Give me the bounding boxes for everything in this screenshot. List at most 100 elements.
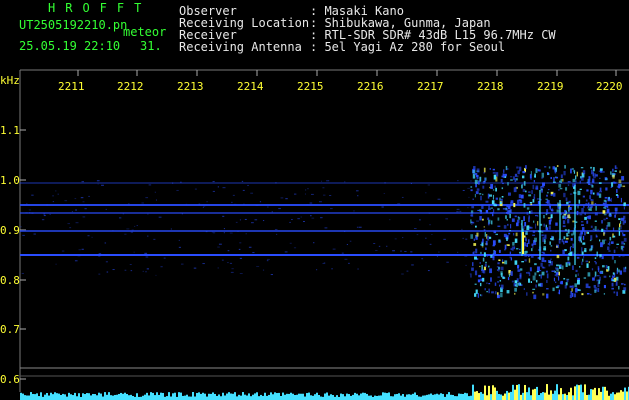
noise-pixel bbox=[275, 182, 277, 184]
power-bar bbox=[514, 389, 516, 400]
meteor-echo bbox=[571, 233, 574, 236]
power-bar bbox=[30, 392, 32, 400]
power-bar bbox=[592, 389, 594, 400]
meteor-echo bbox=[479, 265, 481, 268]
power-bar bbox=[406, 394, 408, 400]
noise-pixel bbox=[112, 230, 114, 232]
meteor-echo bbox=[595, 261, 597, 265]
meteor-echo bbox=[583, 255, 585, 259]
power-bar bbox=[262, 395, 264, 400]
noise-pixel bbox=[293, 193, 297, 195]
meteor-echo bbox=[474, 179, 478, 184]
power-bar bbox=[384, 392, 386, 400]
meteor-echo bbox=[489, 268, 493, 274]
meteor-echo bbox=[501, 284, 504, 290]
noise-pixel bbox=[280, 197, 284, 199]
meteor-echo bbox=[585, 260, 589, 263]
meteor-echo bbox=[488, 203, 490, 209]
noise-pixel bbox=[402, 237, 404, 239]
noise-pixel bbox=[82, 201, 85, 203]
meteor-echo bbox=[552, 287, 555, 292]
noise-pixel bbox=[427, 184, 431, 186]
meteor-echo bbox=[542, 252, 546, 256]
meteor-echo bbox=[509, 230, 511, 232]
noise-pixel bbox=[467, 187, 470, 189]
meteor-echo bbox=[526, 211, 529, 215]
noise-pixel bbox=[31, 194, 34, 196]
meteor-echo bbox=[522, 188, 526, 192]
power-bar bbox=[226, 393, 228, 400]
noise-pixel bbox=[410, 251, 413, 253]
noise-pixel bbox=[431, 233, 433, 235]
meteor-echo bbox=[490, 277, 492, 282]
meteor-echo bbox=[618, 227, 621, 231]
noise-pixel bbox=[242, 189, 245, 191]
meteor-echo bbox=[574, 293, 577, 298]
meteor-echo bbox=[500, 178, 503, 183]
power-bar bbox=[246, 395, 248, 400]
meteor-echo bbox=[535, 223, 537, 229]
power-bar bbox=[564, 393, 566, 400]
meteor-echo bbox=[591, 169, 593, 175]
meteor-echo bbox=[553, 277, 556, 282]
noise-pixel bbox=[404, 250, 407, 252]
meteor-echo bbox=[494, 185, 496, 188]
meteor-echo bbox=[515, 284, 517, 287]
power-bar bbox=[310, 395, 312, 400]
power-bar bbox=[314, 394, 316, 400]
power-bar bbox=[156, 392, 158, 400]
power-bar bbox=[486, 395, 488, 400]
noise-pixel bbox=[105, 261, 108, 263]
meteor-echo bbox=[472, 262, 474, 267]
power-bar bbox=[538, 395, 540, 400]
noise-pixel bbox=[74, 260, 78, 262]
meteor-echo bbox=[500, 266, 504, 271]
meteor-echo bbox=[500, 198, 503, 201]
meteor-echo bbox=[601, 220, 603, 224]
power-bar bbox=[570, 387, 572, 400]
meteor-echo bbox=[587, 180, 591, 184]
meteor-echo bbox=[601, 255, 604, 260]
meteor-echo bbox=[486, 291, 488, 293]
meteor-echo bbox=[564, 209, 567, 213]
meteor-echo bbox=[479, 176, 482, 182]
power-bar bbox=[222, 392, 224, 400]
meteor-echo bbox=[470, 186, 473, 188]
meteor-echo bbox=[499, 197, 501, 201]
meteor-echo bbox=[563, 240, 565, 245]
power-bar bbox=[118, 393, 120, 400]
power-bar bbox=[208, 393, 210, 400]
meteor-echo bbox=[534, 237, 537, 242]
power-bar bbox=[66, 396, 68, 400]
meteor-echo bbox=[573, 171, 576, 174]
noise-pixel bbox=[20, 226, 22, 228]
meteor-echo bbox=[535, 185, 539, 190]
noise-pixel bbox=[465, 264, 467, 266]
noise-pixel bbox=[429, 243, 432, 245]
power-bar bbox=[534, 388, 536, 400]
meteor-echo bbox=[615, 167, 618, 169]
noise-pixel bbox=[147, 213, 149, 215]
power-bar bbox=[170, 396, 172, 400]
power-bar bbox=[468, 396, 470, 400]
noise-pixel bbox=[416, 234, 419, 236]
meteor-echo bbox=[488, 282, 491, 285]
meteor-echo bbox=[492, 168, 495, 171]
noise-pixel bbox=[172, 182, 174, 184]
meteor-echo bbox=[535, 284, 537, 288]
noise-pixel bbox=[357, 268, 359, 270]
meteor-echo bbox=[613, 181, 617, 184]
meteor-echo bbox=[553, 177, 555, 182]
meteor-echo bbox=[590, 293, 592, 296]
noise-pixel bbox=[229, 232, 233, 234]
meteor-echo bbox=[526, 207, 530, 210]
noise-pixel bbox=[327, 180, 330, 182]
power-bar bbox=[280, 395, 282, 400]
power-bar bbox=[232, 393, 234, 400]
noise-pixel bbox=[383, 192, 385, 194]
power-bar bbox=[178, 392, 180, 400]
meteor-echo bbox=[623, 242, 626, 245]
meteor-echo bbox=[616, 189, 618, 193]
meteor-echo bbox=[604, 196, 608, 199]
power-bar bbox=[152, 392, 154, 400]
